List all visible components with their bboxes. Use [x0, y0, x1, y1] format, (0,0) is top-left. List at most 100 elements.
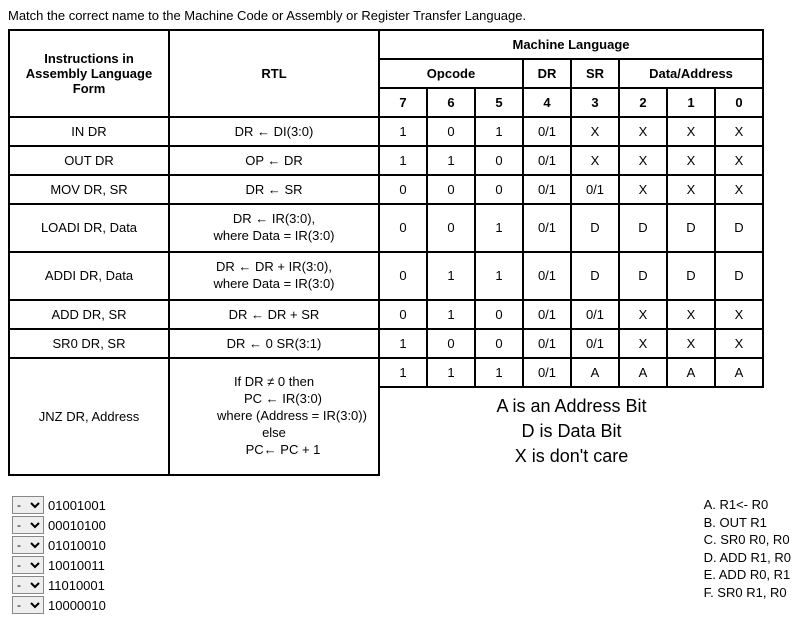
header-bit-2: 2 — [619, 88, 667, 117]
bit-cell: X — [667, 329, 715, 358]
match-code: 10000010 — [48, 598, 106, 613]
match-code: 11010001 — [48, 578, 105, 593]
bit-cell: 1 — [379, 146, 427, 175]
header-machine-language: Machine Language — [379, 30, 763, 59]
match-select[interactable]: - — [12, 496, 44, 514]
bit-cell: X — [571, 117, 619, 146]
bit-cell: 0 — [475, 300, 523, 329]
match-row: - 01001001 — [12, 496, 106, 514]
bit-cell: 0 — [379, 175, 427, 204]
bit-cell: D — [715, 252, 763, 300]
header-bit-0: 0 — [715, 88, 763, 117]
rtl-cell: DR ← DI(3:0) — [169, 117, 379, 146]
answer-option: C. SR0 R0, R0 — [704, 531, 791, 549]
table-row: ADD DR, SR DR ← DR + SR 0 1 0 0/1 0/1 X … — [9, 300, 763, 329]
match-select[interactable]: - — [12, 596, 44, 614]
bit-cell: 1 — [475, 252, 523, 300]
match-row: - 11010001 — [12, 576, 106, 594]
match-select[interactable]: - — [12, 516, 44, 534]
legend-x: X is don't care — [388, 444, 755, 469]
bit-cell: X — [619, 329, 667, 358]
bit-cell: 0 — [427, 175, 475, 204]
table-row: LOADI DR, Data DR ← IR(3:0), where Data … — [9, 204, 763, 252]
rtl-line: PC ← IR(3:0) — [178, 391, 370, 408]
rtl-cell: DR ← IR(3:0), where Data = IR(3:0) — [169, 204, 379, 252]
match-select[interactable]: - — [12, 576, 44, 594]
match-code: 01001001 — [48, 498, 106, 513]
match-select[interactable]: - — [12, 556, 44, 574]
table-row: MOV DR, SR DR ← SR 0 0 0 0/1 0/1 X X X — [9, 175, 763, 204]
legend-a: A is an Address Bit — [388, 394, 755, 419]
bit-cell: A — [571, 358, 619, 387]
rtl-line: where Data = IR(3:0) — [213, 228, 334, 243]
bit-cell: 0 — [427, 204, 475, 252]
bit-cell: X — [667, 175, 715, 204]
table-row: OUT DR OP ← DR 1 1 0 0/1 X X X X — [9, 146, 763, 175]
bit-cell: 1 — [427, 146, 475, 175]
bit-cell: X — [571, 146, 619, 175]
instruction-table: Instructions in Assembly Language Form R… — [8, 29, 764, 476]
bit-cell: A — [667, 358, 715, 387]
table-row: JNZ DR, Address If DR ≠ 0 then PC ← IR(3… — [9, 358, 763, 387]
instr-cell: SR0 DR, SR — [9, 329, 169, 358]
bit-cell: 1 — [427, 300, 475, 329]
answer-option: E. ADD R0, R1 — [704, 566, 791, 584]
bit-cell: 0/1 — [523, 146, 571, 175]
instr-cell: JNZ DR, Address — [9, 358, 169, 476]
match-code: 10010011 — [48, 558, 105, 573]
rtl-cell: DR ← 0 SR(3:1) — [169, 329, 379, 358]
bit-cell: X — [715, 146, 763, 175]
table-row: SR0 DR, SR DR ← 0 SR(3:1) 1 0 0 0/1 0/1 … — [9, 329, 763, 358]
bit-cell: 0 — [427, 329, 475, 358]
header-rtl: RTL — [169, 30, 379, 117]
bit-cell: 0/1 — [571, 175, 619, 204]
bit-cell: 1 — [427, 252, 475, 300]
table-row: IN DR DR ← DI(3:0) 1 0 1 0/1 X X X X — [9, 117, 763, 146]
bit-cell: 0/1 — [523, 358, 571, 387]
answer-option: D. ADD R1, R0 — [704, 549, 791, 567]
bit-cell: X — [715, 175, 763, 204]
bit-cell: 0/1 — [523, 252, 571, 300]
bit-cell: 0/1 — [523, 175, 571, 204]
rtl-cell: OP ← DR — [169, 146, 379, 175]
bit-cell: X — [715, 117, 763, 146]
header-data-address: Data/Address — [619, 59, 763, 88]
answer-option: A. R1<- R0 — [704, 496, 791, 514]
bit-cell: X — [619, 146, 667, 175]
bit-cell: X — [619, 300, 667, 329]
instr-cell: MOV DR, SR — [9, 175, 169, 204]
bit-cell: D — [571, 204, 619, 252]
bit-cell: 0 — [427, 117, 475, 146]
bit-cell: 1 — [379, 117, 427, 146]
bit-cell: 0 — [475, 329, 523, 358]
bit-cell: D — [619, 252, 667, 300]
bit-cell: 0 — [379, 204, 427, 252]
rtl-cell: If DR ≠ 0 then PC ← IR(3:0) where (Addre… — [169, 358, 379, 476]
bit-cell: 0 — [475, 175, 523, 204]
bit-cell: A — [619, 358, 667, 387]
bit-cell: X — [667, 300, 715, 329]
rtl-line: PC← PC + 1 — [178, 442, 370, 459]
bit-cell: X — [667, 146, 715, 175]
bit-cell: A — [715, 358, 763, 387]
answer-option: F. SR0 R1, R0 — [704, 584, 791, 602]
bit-cell: 1 — [427, 358, 475, 387]
rtl-line: DR ← DR + IR(3:0), — [216, 259, 332, 274]
bit-cell: 0/1 — [571, 329, 619, 358]
bit-cell: D — [571, 252, 619, 300]
match-select[interactable]: - — [12, 536, 44, 554]
header-bit-4: 4 — [523, 88, 571, 117]
bit-cell: 1 — [475, 358, 523, 387]
bit-cell: D — [667, 252, 715, 300]
header-bit-1: 1 — [667, 88, 715, 117]
bit-cell: 0 — [379, 300, 427, 329]
instr-cell: ADDI DR, Data — [9, 252, 169, 300]
match-code: 00010100 — [48, 518, 106, 533]
instr-cell: ADD DR, SR — [9, 300, 169, 329]
bit-cell: X — [619, 117, 667, 146]
rtl-line: else — [262, 425, 286, 440]
match-row: - 10010011 — [12, 556, 106, 574]
bit-cell: 0 — [379, 252, 427, 300]
header-opcode: Opcode — [379, 59, 523, 88]
instr-cell: OUT DR — [9, 146, 169, 175]
